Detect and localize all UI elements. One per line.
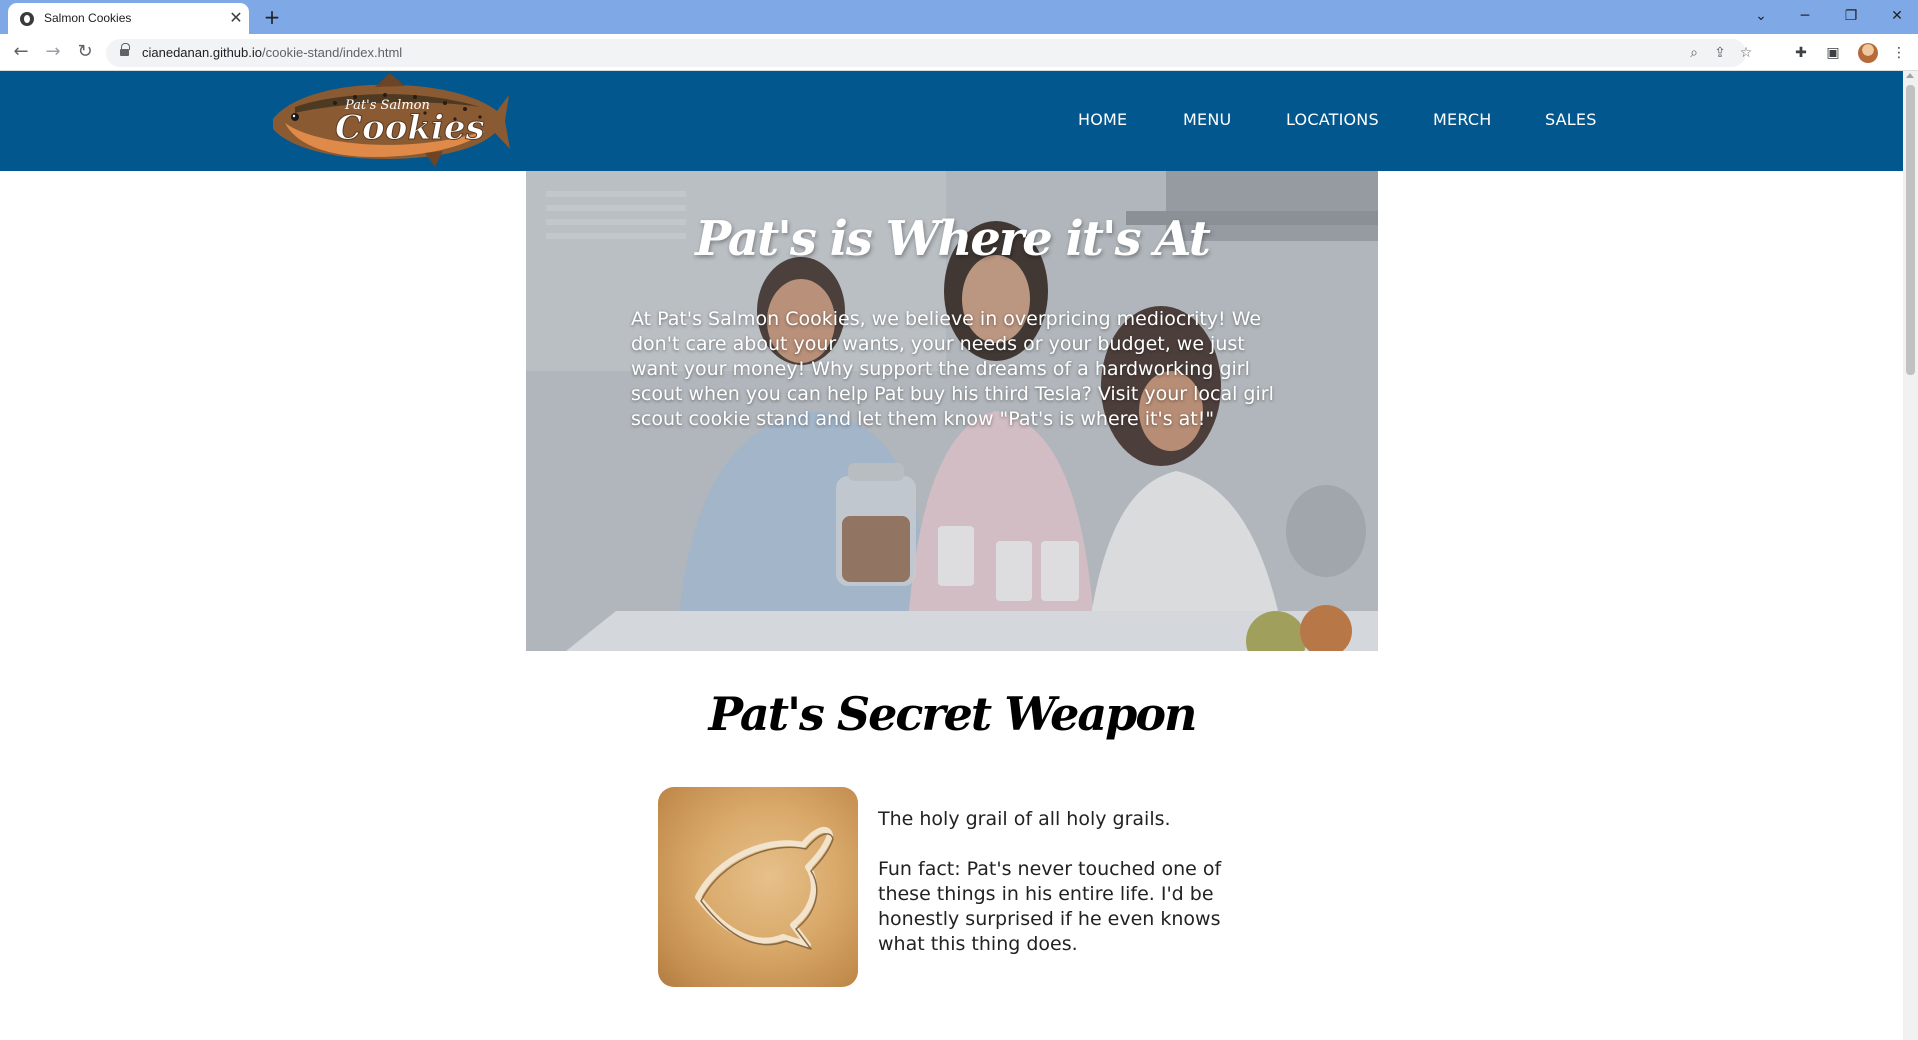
- zoom-icon[interactable]: ⌕: [1684, 43, 1704, 63]
- github-favicon-icon: [20, 12, 34, 26]
- scroll-thumb[interactable]: [1906, 85, 1915, 375]
- tab-title: Salmon Cookies: [44, 11, 132, 25]
- svg-text:Cookies: Cookies: [335, 108, 485, 148]
- hero-section: Pat's is Where it's At At Pat's Salmon C…: [526, 171, 1378, 651]
- minimize-button[interactable]: ─: [1790, 4, 1820, 28]
- close-window-button[interactable]: ✕: [1882, 4, 1912, 28]
- menu-kebab-icon[interactable]: ⋮: [1888, 42, 1910, 64]
- hero-title: Pat's is Where it's At: [695, 211, 1211, 267]
- new-tab-button[interactable]: +: [260, 6, 284, 30]
- back-arrow-icon[interactable]: ←: [8, 40, 34, 66]
- nav-locations[interactable]: LOCATIONS: [1286, 110, 1379, 129]
- scroll-up-arrow-icon[interactable]: [1906, 73, 1914, 78]
- forward-arrow-icon[interactable]: →: [40, 40, 66, 66]
- salmon-cookie-cutter-image: [658, 787, 858, 987]
- nav-sales[interactable]: SALES: [1545, 110, 1597, 129]
- reload-icon[interactable]: ↻: [72, 40, 98, 66]
- tab-search-button[interactable]: ⌄: [1746, 4, 1776, 28]
- browser-toolbar: ← → ↻ cianedanan.github.io/cookie-stand/…: [0, 34, 1918, 71]
- url-path: /cookie-stand/index.html: [262, 45, 403, 60]
- nav-home[interactable]: HOME: [1078, 110, 1127, 129]
- bookmark-star-icon[interactable]: ☆: [1736, 43, 1756, 63]
- lock-icon[interactable]: [120, 43, 130, 58]
- secret-weapon-para-2: Fun fact: Pat's never touched one of the…: [878, 858, 1222, 955]
- site-header: Cookies Pat's Salmon HOME MENU LOCATIONS…: [0, 71, 1903, 171]
- address-bar[interactable]: cianedanan.github.io/cookie-stand/index.…: [106, 39, 1752, 67]
- extensions-puzzle-icon[interactable]: ✚: [1790, 42, 1812, 64]
- secret-weapon-title: Pat's Secret Weapon: [708, 687, 1198, 741]
- url-host: cianedanan.github.io: [142, 45, 262, 60]
- page-scrollbar[interactable]: [1903, 71, 1918, 1040]
- url-text[interactable]: cianedanan.github.io/cookie-stand/index.…: [142, 45, 402, 60]
- page-viewport: Cookies Pat's Salmon HOME MENU LOCATIONS…: [0, 71, 1918, 1040]
- browser-tabstrip: Salmon Cookies ✕ + ⌄ ─ ❐ ✕: [0, 0, 1918, 34]
- secret-weapon-para-1: The holy grail of all holy grails.: [878, 808, 1171, 830]
- hero-text: At Pat's Salmon Cookies, we believe in o…: [631, 308, 1274, 430]
- side-panel-icon[interactable]: ▣: [1822, 42, 1844, 64]
- tab-close-icon[interactable]: ✕: [226, 8, 246, 28]
- salmon-cookies-logo[interactable]: Cookies Pat's Salmon: [265, 73, 510, 168]
- svg-text:Pat's Salmon: Pat's Salmon: [344, 98, 430, 113]
- nav-merch[interactable]: MERCH: [1433, 110, 1491, 129]
- profile-avatar[interactable]: [1858, 43, 1878, 63]
- share-icon[interactable]: ⇪: [1710, 43, 1730, 63]
- restore-button[interactable]: ❐: [1836, 4, 1866, 28]
- nav-menu[interactable]: MENU: [1183, 110, 1231, 129]
- browser-tab[interactable]: Salmon Cookies ✕: [8, 3, 249, 34]
- secret-weapon-text: The holy grail of all holy grails. Fun f…: [878, 807, 1238, 957]
